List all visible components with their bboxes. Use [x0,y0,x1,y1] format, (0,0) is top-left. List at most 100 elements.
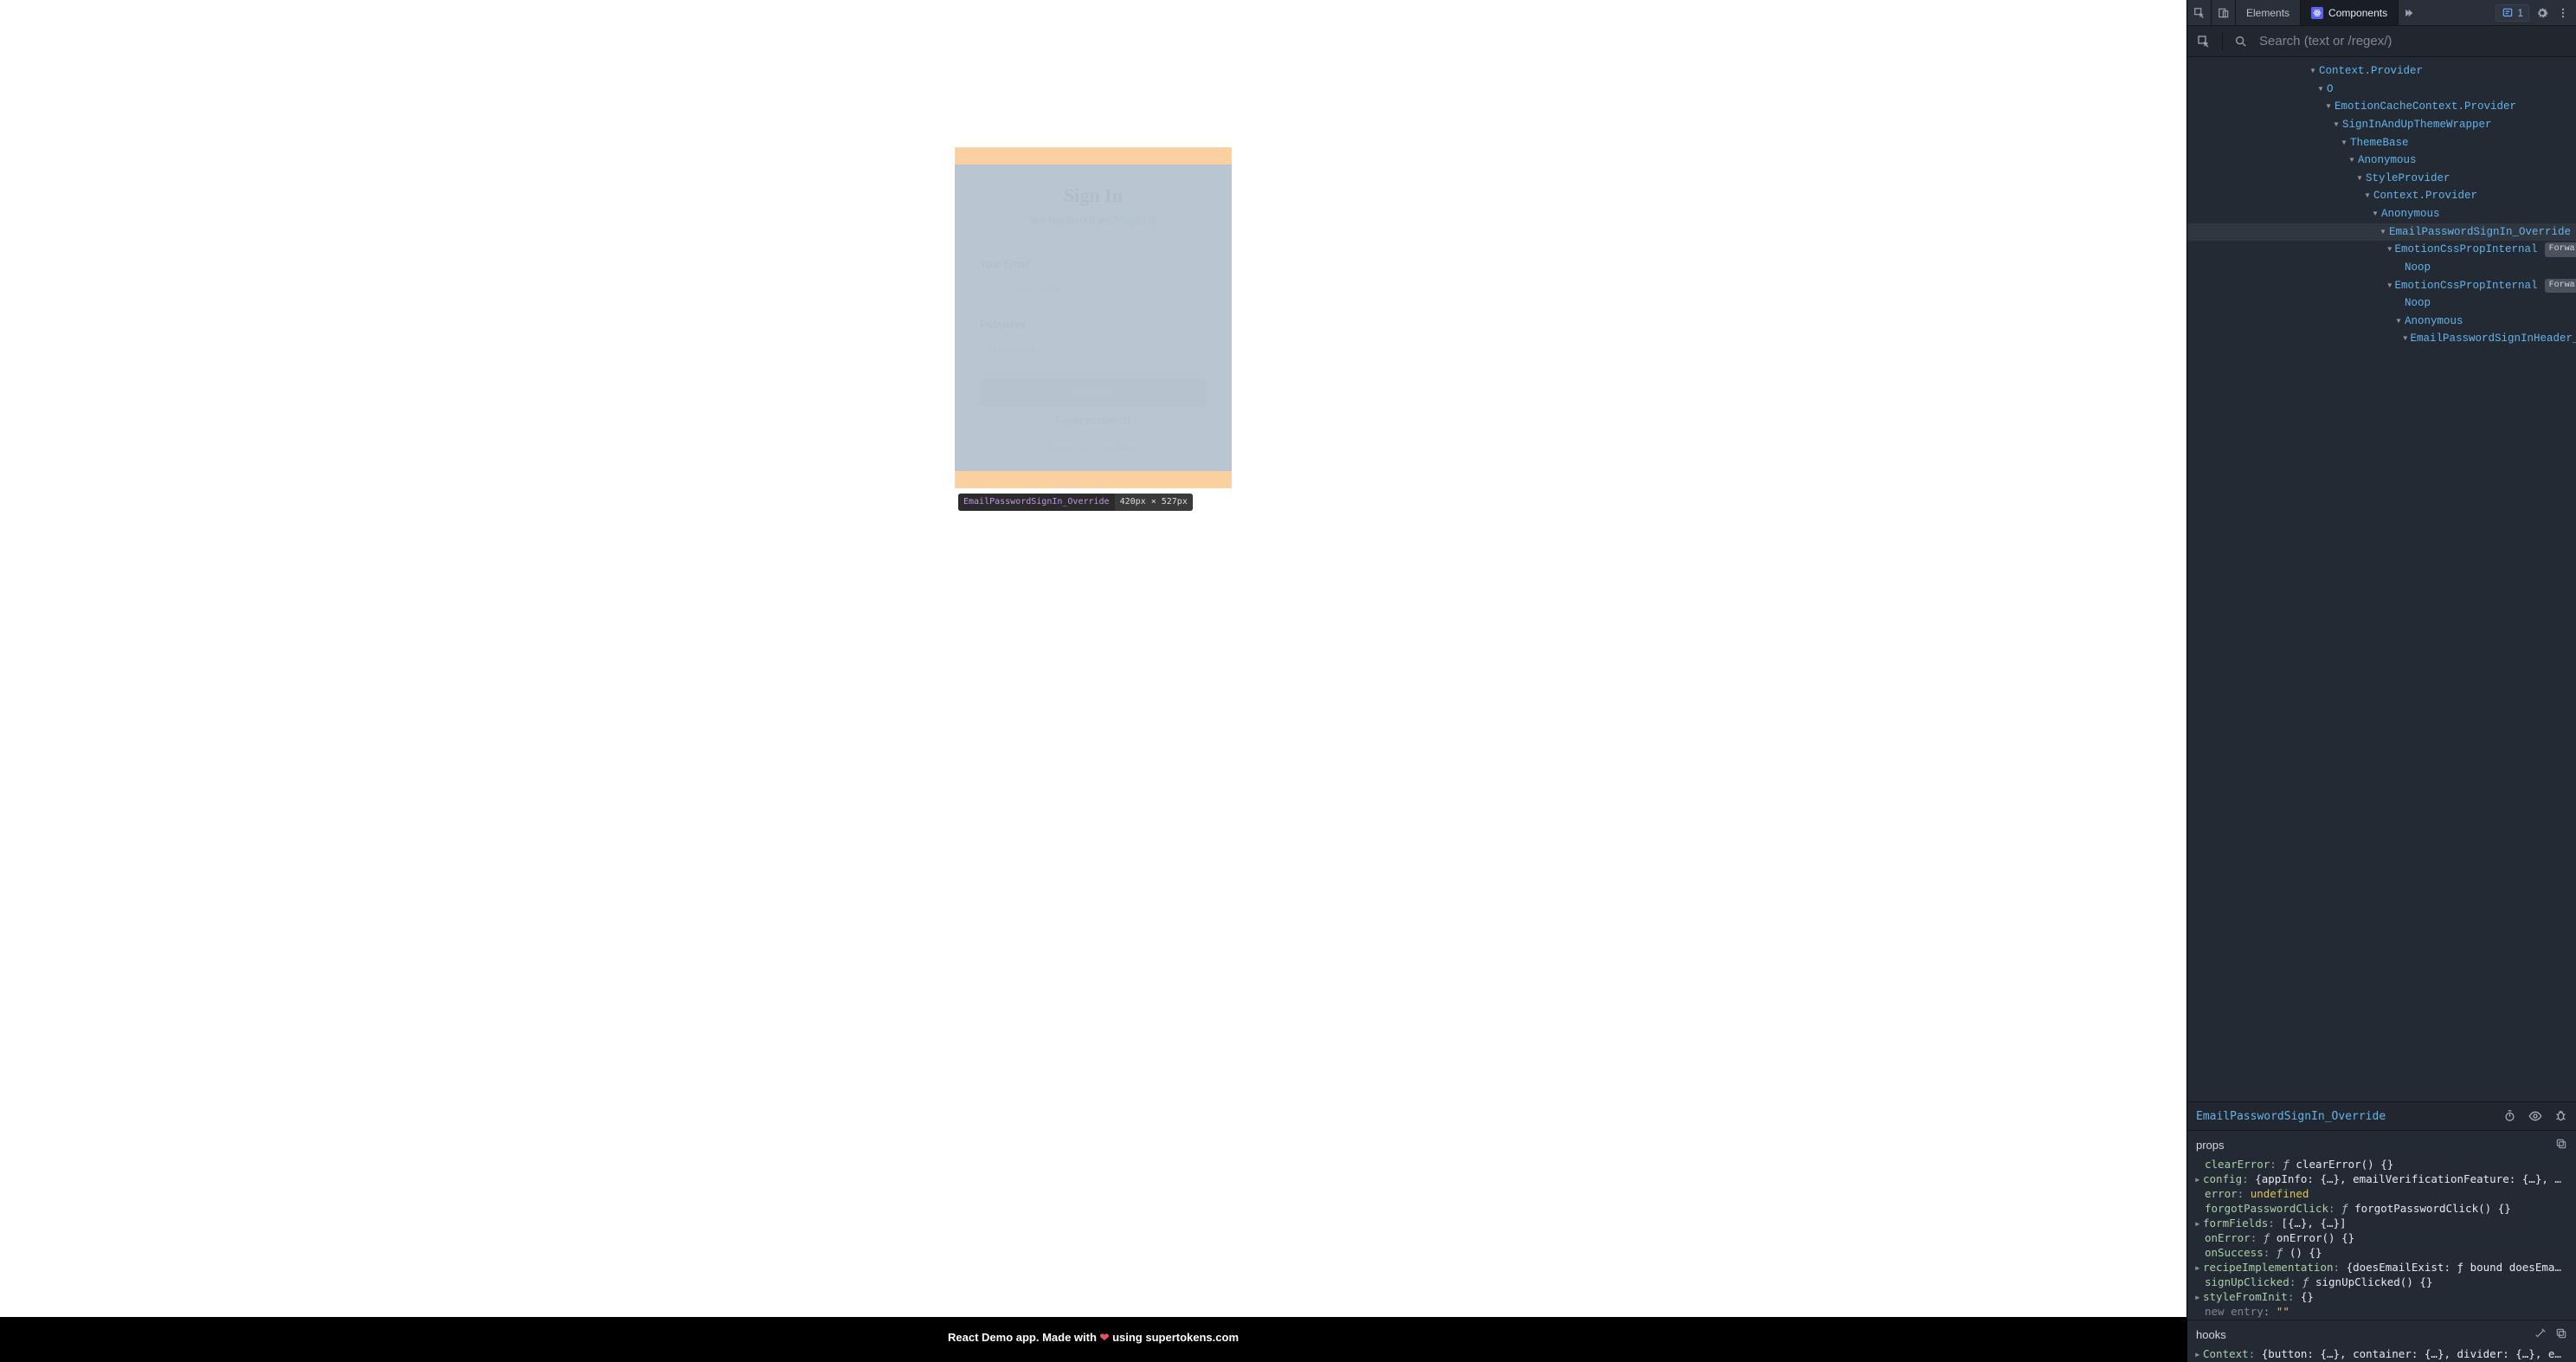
tree-node[interactable]: ▾ThemeBase [2187,134,2576,152]
caret-icon[interactable]: ▾ [2309,62,2317,81]
issues-chip[interactable]: 1 [2496,4,2529,22]
component-search-input[interactable] [2259,34,2571,48]
tree-node[interactable]: ▾StyleProvider [2187,170,2576,188]
tree-node[interactable]: ▾Anonymous [2187,205,2576,223]
heart-icon: ❤ [1100,1331,1110,1344]
tab-elements[interactable]: Elements [2236,0,2301,25]
caret-icon[interactable]: ▾ [2379,223,2387,242]
copy-hooks-icon[interactable] [2555,1327,2567,1342]
footer-text-b: using supertokens.com [1112,1331,1239,1344]
signin-button[interactable]: SIGN IN [980,379,1207,407]
props-section-head: props [2187,1131,2576,1158]
powered-by-text: Powered by SuperTokens [971,445,1215,455]
tree-node[interactable]: ▾EmotionCacheContext.Provider [2187,98,2576,116]
app-pane: Sign In Not registered yet? Sign Up Your… [0,0,2186,1362]
login-title: Sign In [971,184,1215,207]
devtools-panel: Elements Components 1 [2186,0,2576,1362]
kv-row[interactable]: ▸styleFromInit: {} [2187,1290,2576,1305]
forwardref-badge: ForwardRef [2545,279,2576,294]
caret-icon[interactable]: ▾ [2340,134,2348,152]
caret-icon[interactable]: ▾ [2402,330,2409,348]
device-toolbar-icon[interactable] [2212,0,2236,25]
app-content: Sign In Not registered yet? Sign Up Your… [0,0,2186,1317]
tree-node[interactable]: ▾EmotionCssPropInternal ForwardRef [2187,241,2576,259]
kv-row[interactable]: onError: ƒ onError() {} [2187,1231,2576,1246]
kv-row[interactable]: forgotPasswordClick: ƒ forgotPasswordCli… [2187,1202,2576,1217]
caret-icon[interactable]: ▾ [2363,187,2372,205]
kv-row[interactable]: signUpClicked: ƒ signUpClicked() {} [2187,1275,2576,1290]
hooks-magic-icon[interactable] [2534,1327,2547,1342]
search-icon [2230,35,2252,48]
caret-icon[interactable]: ▾ [2355,170,2364,188]
tree-node-name: EmotionCssPropInternal [2395,277,2538,295]
issues-count: 1 [2517,7,2523,19]
login-card-wrap: Sign In Not registered yet? Sign Up Your… [955,147,1232,488]
tree-node-name: Anonymous [2358,152,2417,170]
kebab-menu-icon[interactable] [2555,7,2571,19]
debug-icon[interactable] [2554,1109,2567,1123]
login-subrow: Not registered yet? Sign Up [971,214,1215,226]
caret-icon[interactable]: ▾ [2347,152,2356,170]
tree-node-name: EmailPasswordSignIn_Override [2389,223,2571,242]
forgot-password-link[interactable]: Forgot password? [971,416,1215,426]
hooks-section-head: hooks [2187,1320,2576,1347]
login-card-bottom-bar [956,470,1231,487]
inspect-element-icon[interactable] [2187,0,2212,25]
inspect-tooltip: EmailPasswordSignIn_Override 420px × 527… [958,494,1193,511]
signup-link[interactable]: Sign Up [1120,214,1157,226]
select-element-icon[interactable] [2193,35,2215,48]
caret-icon[interactable]: ▾ [2324,98,2333,116]
caret-icon[interactable]: ▾ [2371,205,2380,223]
hooks-panel: hooks ▸Context: {button: {…}, container:… [2187,1320,2576,1362]
kv-row[interactable]: ▸config: {appInfo: {…}, emailVerificatio… [2187,1172,2576,1187]
login-card-top-bar [956,148,1231,165]
tab-components-label: Components [2328,7,2387,19]
password-input[interactable] [980,336,1207,364]
tree-node-name: Context.Provider [2373,187,2477,205]
suspend-icon[interactable] [2503,1109,2516,1123]
inspect-matching-dom-icon[interactable] [2528,1109,2542,1123]
tree-node[interactable]: ▾Anonymous [2187,152,2576,170]
settings-gear-icon[interactable] [2533,7,2552,19]
inspect-tooltip-dims: 420px × 527px [1115,494,1193,511]
tree-node[interactable]: Noop [2187,294,2576,313]
kv-row[interactable]: ▸formFields: [{…}, {…}] [2187,1217,2576,1231]
copy-props-icon[interactable] [2555,1138,2567,1152]
more-tabs-icon[interactable] [2399,0,2423,25]
tree-node[interactable]: ▾EmotionCssPropInternal ForwardRef [2187,277,2576,295]
components-subbar [2187,26,2576,57]
kv-row[interactable]: error: undefined [2187,1187,2576,1202]
forwardref-badge: ForwardRef [2545,242,2576,257]
component-tree[interactable]: ▾Context.Provider▾O▾EmotionCacheContext.… [2187,57,2576,1101]
caret-icon[interactable]: ▾ [2332,116,2341,134]
tree-node[interactable]: ▾O [2187,81,2576,99]
kv-row[interactable]: onSuccess: ƒ () {} [2187,1246,2576,1261]
caret-icon[interactable]: ▾ [2394,313,2403,331]
tree-node-name: EmailPasswordSignInHeader_Overri [2411,330,2576,348]
login-card: Sign In Not registered yet? Sign Up Your… [955,147,1232,488]
tree-node[interactable]: ▾Context.Provider [2187,187,2576,205]
password-label: Password [980,319,1207,331]
tree-node[interactable]: ▾Anonymous [2187,313,2576,331]
tree-node[interactable]: ▾EmailPasswordSignInHeader_Overri [2187,330,2576,348]
tree-node[interactable]: ▾EmailPasswordSignIn_Override [2187,223,2576,242]
kv-row[interactable]: new entry: "" [2187,1305,2576,1320]
props-label: props [2196,1139,2225,1152]
tree-node[interactable]: Noop [2187,259,2576,277]
selected-component-bar: EmailPasswordSignIn_Override [2187,1101,2576,1131]
kv-row[interactable]: ▸Context: {button: {…}, container: {…}, … [2187,1347,2576,1362]
tree-node-name: Noop [2405,294,2431,313]
tree-node-name: Noop [2405,259,2431,277]
kv-row[interactable]: ▸recipeImplementation: {doesEmailExist: … [2187,1261,2576,1275]
caret-icon[interactable]: ▾ [2386,241,2393,259]
email-input[interactable] [980,275,1207,303]
app-footer: React Demo app. Made with ❤ using supert… [0,1317,2186,1362]
email-label: Your Email [980,258,1207,270]
tree-node-name: EmotionCssPropInternal [2395,241,2538,259]
tab-components[interactable]: Components [2301,0,2399,25]
tree-node[interactable]: ▾SignInAndUpThemeWrapper [2187,116,2576,134]
tree-node[interactable]: ▾Context.Provider [2187,62,2576,81]
kv-row[interactable]: clearError: ƒ clearError() {} [2187,1158,2576,1172]
caret-icon[interactable]: ▾ [2386,277,2393,295]
caret-icon[interactable]: ▾ [2316,81,2325,99]
